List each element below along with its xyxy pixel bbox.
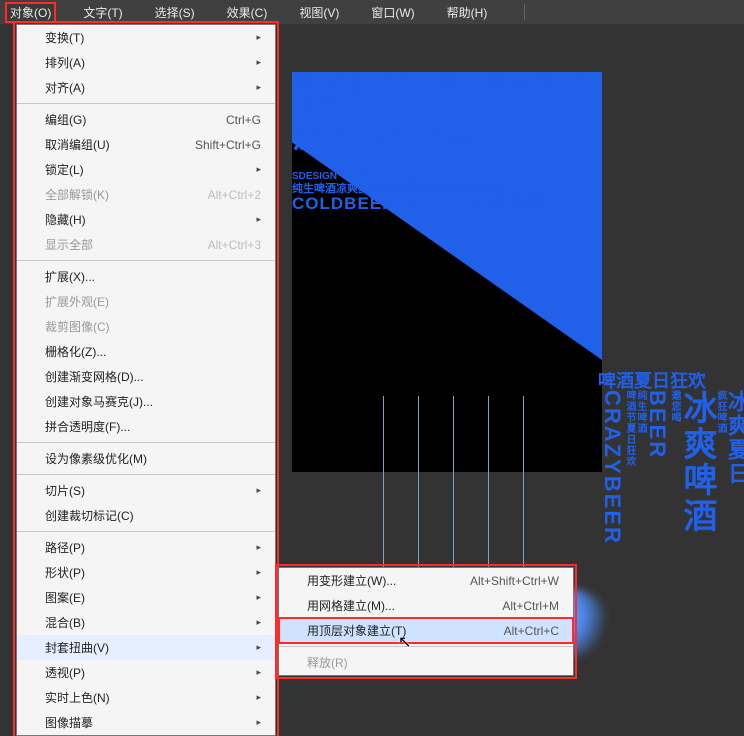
submenu-item-make-with-warp[interactable]: 用变形建立(W)...Alt+Shift+Ctrl+W	[279, 568, 573, 593]
chevron-right-icon: ▸	[256, 82, 261, 93]
menu-item-perspective[interactable]: 透视(P)▸	[17, 660, 275, 685]
chevron-right-icon: ▸	[256, 592, 261, 603]
menu-item-lock[interactable]: 锁定(L)▸	[17, 157, 275, 182]
chevron-right-icon: ▸	[256, 642, 261, 653]
menu-item-pixel-perfect[interactable]: 设为像素级优化(M)	[17, 446, 275, 471]
chevron-right-icon: ▸	[256, 485, 261, 496]
submenu-envelope-distort: 用变形建立(W)...Alt+Shift+Ctrl+W 用网格建立(M)...A…	[278, 567, 574, 676]
menu-item-object-mosaic[interactable]: 创建对象马赛克(J)...	[17, 389, 275, 414]
menu-item-blend[interactable]: 混合(B)▸	[17, 610, 275, 635]
menu-item-ungroup[interactable]: 取消编组(U)Shift+Ctrl+G	[17, 132, 275, 157]
artwork-copy-text: 啤酒夏日狂欢 冰爽夏日 疯狂啤酒 冰爽啤酒 邀您喝 BEER 纯生啤酒 啤酒节夏…	[598, 372, 744, 612]
menu-item-arrange[interactable]: 排列(A)▸	[17, 50, 275, 75]
submenu-item-make-with-top-object[interactable]: 用顶层对象建立(T)Alt+Ctrl+C	[279, 618, 573, 643]
artwork-title-text: 啤酒狂欢节 纯色啤酒夏日狂欢 疯凉BEERARTMANSDESIGN 冰爽夏日 …	[292, 72, 604, 212]
menu-item-pattern[interactable]: 图案(E)▸	[17, 585, 275, 610]
menu-top-object[interactable]: 对象(O)	[5, 2, 56, 23]
menu-item-expand[interactable]: 扩展(X)...	[17, 264, 275, 289]
menu-top-type[interactable]: 文字(T)	[78, 2, 127, 23]
menu-item-expand-appearance: 扩展外观(E)	[17, 289, 275, 314]
menu-item-live-paint[interactable]: 实时上色(N)▸	[17, 685, 275, 710]
chevron-right-icon: ▸	[256, 57, 261, 68]
menu-item-flatten-transparency[interactable]: 拼合透明度(F)...	[17, 414, 275, 439]
chevron-right-icon: ▸	[256, 567, 261, 578]
menu-item-gradient-mesh[interactable]: 创建渐变网格(D)...	[17, 364, 275, 389]
menu-item-shape[interactable]: 形状(P)▸	[17, 560, 275, 585]
menu-item-rasterize[interactable]: 栅格化(Z)...	[17, 339, 275, 364]
chevron-right-icon: ▸	[256, 214, 261, 225]
submenu-item-release: 释放(R)	[279, 650, 573, 675]
menu-item-show-all: 显示全部Alt+Ctrl+3	[17, 232, 275, 257]
menu-item-hide[interactable]: 隐藏(H)▸	[17, 207, 275, 232]
menu-top-help[interactable]: 帮助(H)	[442, 2, 493, 23]
menu-top-view[interactable]: 视图(V)	[294, 2, 344, 23]
chevron-right-icon: ▸	[256, 667, 261, 678]
canvas[interactable]: 啤酒狂欢节 纯色啤酒夏日狂欢 疯凉BEERARTMANSDESIGN 冰爽夏日 …	[278, 24, 744, 661]
menu-top-effect[interactable]: 效果(C)	[222, 2, 273, 23]
menu-item-slice[interactable]: 切片(S)▸	[17, 478, 275, 503]
chevron-right-icon: ▸	[256, 164, 261, 175]
chevron-right-icon: ▸	[256, 617, 261, 628]
menu-item-crop-image: 裁剪图像(C)	[17, 314, 275, 339]
menu-top-select[interactable]: 选择(S)	[150, 2, 200, 23]
menu-item-unlock-all: 全部解锁(K)Alt+Ctrl+2	[17, 182, 275, 207]
chevron-right-icon: ▸	[256, 542, 261, 553]
menu-item-path[interactable]: 路径(P)▸	[17, 535, 275, 560]
menu-item-align[interactable]: 对齐(A)▸	[17, 75, 275, 100]
dropdown-object-menu: 变换(T)▸ 排列(A)▸ 对齐(A)▸ 编组(G)Ctrl+G 取消编组(U)…	[16, 24, 276, 736]
menu-item-crop-marks[interactable]: 创建裁切标记(C)	[17, 503, 275, 528]
menu-item-group[interactable]: 编组(G)Ctrl+G	[17, 107, 275, 132]
chevron-right-icon: ▸	[256, 717, 261, 728]
menubar-divider	[524, 4, 525, 20]
mouse-cursor-icon: ↖	[398, 632, 411, 652]
menu-item-image-trace[interactable]: 图像描摹▸	[17, 710, 275, 735]
menu-item-envelope-distort[interactable]: 封套扭曲(V)▸	[17, 635, 275, 660]
menubar: 对象(O) 文字(T) 选择(S) 效果(C) 视图(V) 窗口(W) 帮助(H…	[0, 0, 744, 24]
chevron-right-icon: ▸	[256, 32, 261, 43]
submenu-item-make-with-mesh[interactable]: 用网格建立(M)...Alt+Ctrl+M	[279, 593, 573, 618]
menu-item-transform[interactable]: 变换(T)▸	[17, 25, 275, 50]
chevron-right-icon: ▸	[256, 692, 261, 703]
menu-top-window[interactable]: 窗口(W)	[366, 2, 419, 23]
